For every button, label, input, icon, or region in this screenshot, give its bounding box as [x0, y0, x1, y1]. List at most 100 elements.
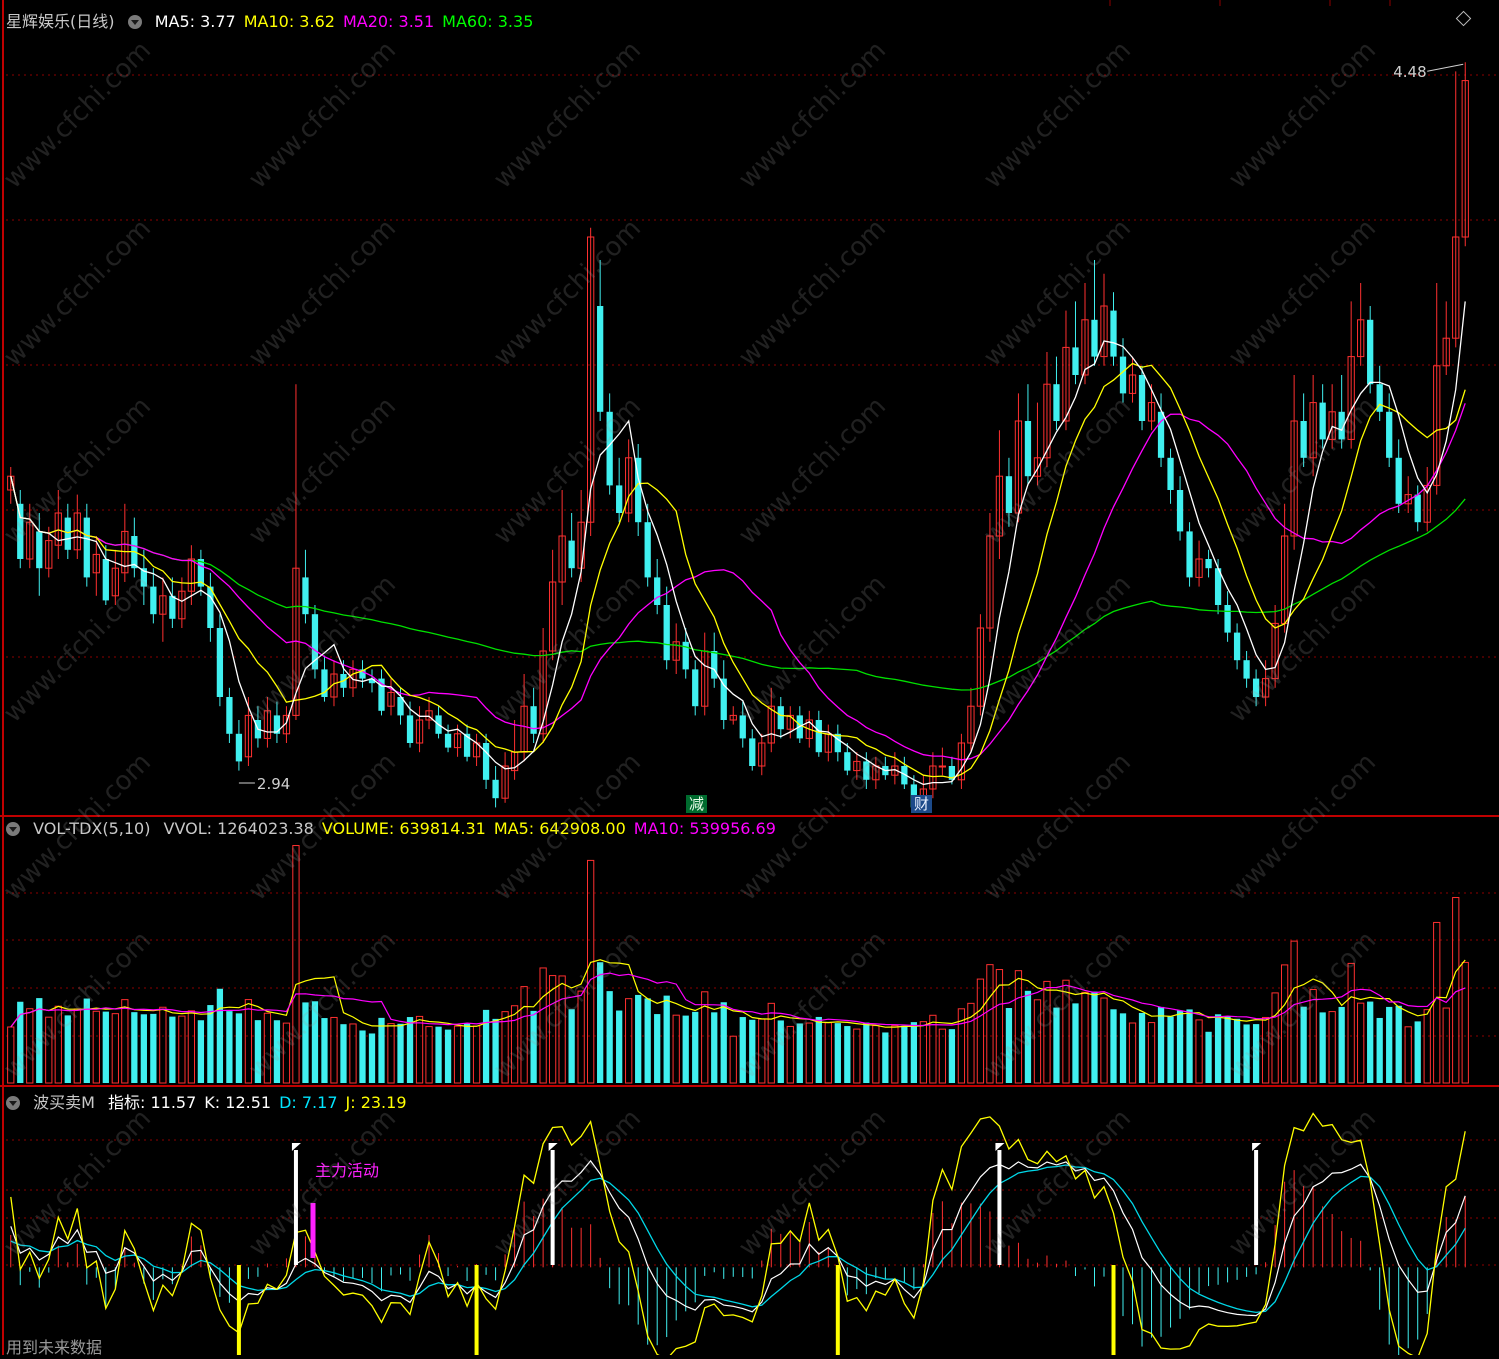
- stock-title[interactable]: 星辉娱乐(日线): [6, 12, 115, 31]
- volume-bar-up: [45, 1016, 53, 1084]
- volume-bar-up: [1328, 1011, 1336, 1084]
- volume-bar-down: [226, 1011, 233, 1083]
- volume-bar-down: [1119, 1013, 1127, 1083]
- candle-body-down: [102, 559, 109, 601]
- candle-body-down: [36, 531, 43, 569]
- volume-bar-down: [340, 1024, 347, 1083]
- volume-bar-up: [1261, 1016, 1270, 1084]
- volume-bar-up: [929, 1014, 937, 1084]
- bmm-j-line: [10, 1112, 1466, 1359]
- candle-body-down: [216, 628, 224, 697]
- candle-body-down: [64, 517, 71, 550]
- bmm-panel-header: 波买卖M 指标: 11.57 K: 12.51 D: 7.17 J: 23.19: [6, 1089, 423, 1113]
- volume-bar-up: [501, 1011, 509, 1084]
- volume-bar-down: [834, 1023, 841, 1083]
- candle-body-down: [482, 743, 490, 780]
- volume-indicator-values: VVOL: 1264023.38 VOLUME: 639814.31 MA5: 64…: [164, 819, 784, 838]
- sell-signal-flag: [548, 1143, 558, 1151]
- candle-body-down: [1024, 421, 1032, 477]
- volume-bar-down: [1053, 1007, 1060, 1083]
- price-ma-value-0: MA5: 3.77: [154, 12, 236, 31]
- volume-bar-up: [1357, 1002, 1365, 1084]
- bmm-menu-icon[interactable]: [6, 1096, 20, 1110]
- volume-bar-up: [729, 1035, 737, 1084]
- volume-bar-down: [321, 1018, 328, 1083]
- volume-bar-up: [919, 1021, 928, 1084]
- main-force-annotation: 主力活动: [315, 1161, 380, 1180]
- volume-bar-down: [131, 1012, 138, 1083]
- candle-body-down: [1138, 375, 1146, 421]
- volume-bar-up: [1423, 1009, 1431, 1084]
- volume-bar-up: [263, 1012, 272, 1084]
- high-arrow: [1427, 63, 1464, 72]
- candle-body-down: [17, 503, 24, 559]
- volume-bar-down: [815, 1016, 822, 1083]
- volume-bar-up: [472, 1025, 481, 1084]
- volume-bar-down: [492, 1018, 499, 1083]
- volume-bar-up: [54, 1005, 62, 1084]
- sell-signal-flag: [291, 1143, 301, 1151]
- volume-bar-down: [1024, 990, 1032, 1083]
- volume-bar-up: [625, 998, 633, 1084]
- candle-body-down: [444, 733, 452, 748]
- volume-bar-down: [568, 1009, 575, 1083]
- future-data-notice: 用到未来数据: [6, 1338, 103, 1357]
- volume-indicator-name[interactable]: VOL-TDX(5,10): [33, 819, 150, 838]
- volume-bar-down: [682, 1015, 689, 1083]
- candle-body-down: [834, 733, 841, 753]
- volume-bar-down: [102, 1011, 109, 1083]
- candle-body-down: [644, 522, 651, 578]
- volume-bar-down: [64, 1015, 71, 1083]
- volume-bar-up: [1043, 980, 1051, 1084]
- volume-bar-up: [187, 1010, 196, 1084]
- candle-body-down: [169, 595, 176, 619]
- volume-bar-down: [169, 1016, 176, 1083]
- candle-body-down: [739, 715, 746, 739]
- price-menu-icon[interactable]: [127, 15, 142, 29]
- chart-stage: 4.48 2.94 星辉娱乐(日线) MA5: 3.77 MA10: 3.62 MA2…: [0, 0, 1499, 1359]
- volume-bar-down: [1167, 1016, 1174, 1083]
- volume-bar-down: [1386, 1006, 1393, 1083]
- volume-bar-down: [720, 1002, 727, 1083]
- candle-body-down: [530, 706, 537, 734]
- volume-bar-down: [739, 1017, 746, 1083]
- price-ma-value-2: MA20: 3.51: [342, 12, 435, 31]
- event-tag-reduce[interactable]: 减: [686, 795, 708, 813]
- bmm-value-0: 指标: 11.57: [108, 1093, 197, 1112]
- volume-bar-up: [1461, 961, 1469, 1084]
- volume-bar-down: [83, 998, 90, 1083]
- volume-bar-up: [1433, 921, 1441, 1084]
- volume-bar-down: [254, 1020, 262, 1083]
- volume-bar-up: [282, 1022, 291, 1084]
- volume-bar-up: [824, 1022, 832, 1084]
- candle-body-down: [1300, 421, 1307, 458]
- volume-bar-down: [882, 1032, 889, 1083]
- volume-bar-down: [1414, 1021, 1421, 1083]
- volume-menu-icon[interactable]: [6, 822, 20, 836]
- volume-bar-up: [292, 845, 300, 1084]
- volume-bar-down: [207, 1005, 214, 1083]
- high-price-label: 4.48: [1393, 63, 1426, 81]
- price-panel-header: 星辉娱乐(日线) MA5: 3.77 MA10: 3.62 MA20: 3.51 MA…: [6, 8, 549, 32]
- volume-bar-up: [330, 1016, 338, 1084]
- candle-body-down: [273, 715, 281, 734]
- volume-bar-up: [520, 986, 528, 1084]
- chart-svg[interactable]: 4.48 2.94: [0, 0, 1499, 1359]
- volume-bar-down: [482, 1009, 490, 1083]
- volume-bar-up: [415, 1015, 424, 1084]
- volume-bar-up: [244, 999, 253, 1084]
- price-ma-value-1: MA10: 3.62: [243, 12, 335, 31]
- candle-body-down: [1205, 559, 1212, 569]
- volume-bar-down: [235, 1013, 243, 1083]
- volume-bar-down: [1367, 1001, 1374, 1083]
- volume-bar-up: [872, 1025, 880, 1084]
- volume-bar-up: [587, 859, 595, 1084]
- volume-bar-down: [1395, 1005, 1402, 1083]
- event-tag-finance[interactable]: 财: [911, 795, 933, 813]
- volume-bar-up: [1147, 1022, 1156, 1084]
- bmm-indicator-name[interactable]: 波买卖M: [33, 1093, 95, 1112]
- volume-bar-down: [1186, 1009, 1193, 1083]
- candle-body-down: [1091, 319, 1098, 357]
- volume-panel-header: VOL-TDX(5,10) VVOL: 1264023.38 VOLUME: 63…: [6, 819, 792, 838]
- volume-bar-down: [644, 998, 651, 1083]
